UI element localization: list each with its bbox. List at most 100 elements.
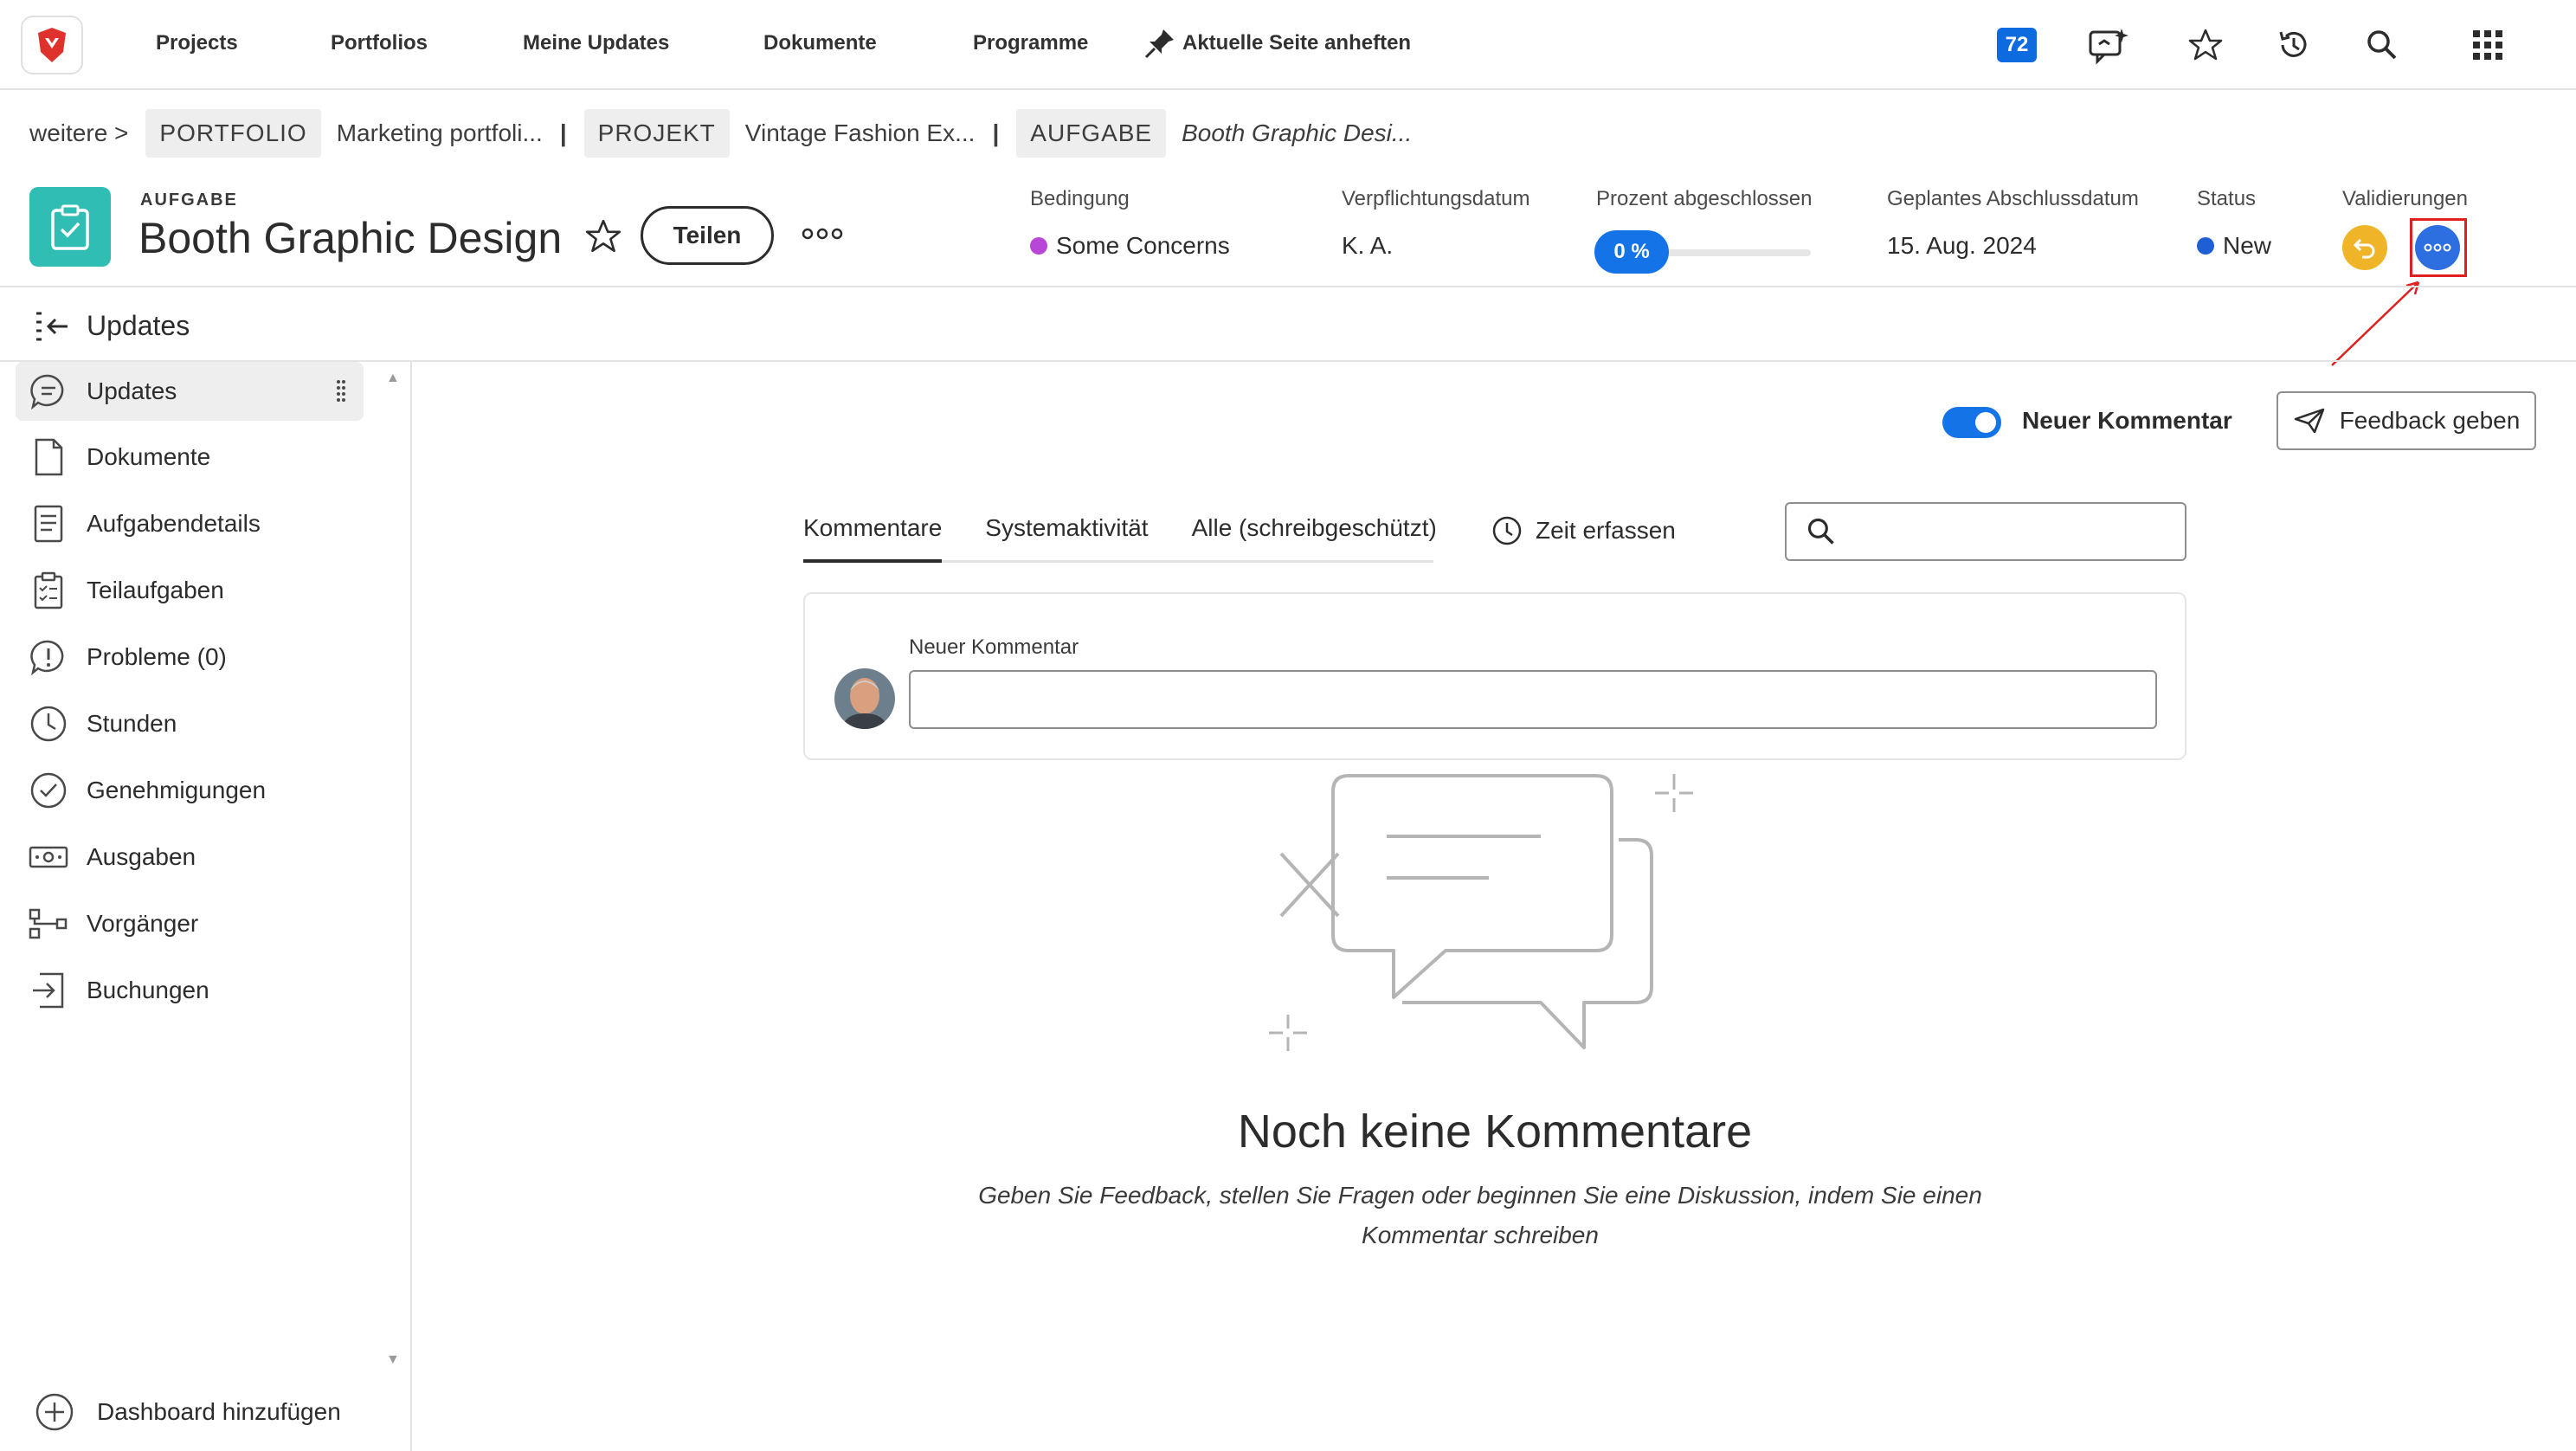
sidebar-item-label: Buchungen	[87, 977, 209, 1003]
share-button[interactable]: Teilen	[641, 206, 774, 265]
add-dashboard-button[interactable]: Dashboard hinzufügen	[35, 1392, 341, 1432]
page-title: Booth Graphic Design	[138, 214, 563, 262]
breadcrumb-project-link[interactable]: Vintage Fashion Ex...	[745, 119, 976, 147]
nav-programs[interactable]: Programme	[973, 31, 1088, 55]
sidebar-item-task-details[interactable]: Aufgabendetails	[16, 494, 364, 553]
object-type-label: AUFGABE	[140, 190, 238, 210]
tab-comments[interactable]: Kommentare	[803, 514, 943, 563]
top-navigation: Projects Portfolios Meine Updates Dokume…	[0, 0, 2576, 90]
status-dot	[2197, 237, 2214, 255]
sidebar-item-label: Vorgänger	[87, 910, 199, 937]
issue-icon	[21, 638, 76, 676]
drag-handle-icon[interactable]	[336, 379, 346, 406]
whats-new-button[interactable]	[2084, 21, 2133, 69]
log-time-label: Zeit erfassen	[1536, 517, 1676, 544]
pin-page-label: Aktuelle Seite anheften	[1182, 31, 1412, 55]
favorite-star-button[interactable]	[582, 215, 625, 258]
notifications-button[interactable]: 72	[1993, 21, 2041, 69]
pin-page-button[interactable]: Aktuelle Seite anheften	[1143, 26, 1411, 61]
condition-text: Some Concerns	[1056, 232, 1230, 259]
planned-completion-value[interactable]: 15. Aug. 2024	[1887, 232, 2037, 260]
percent-complete-progress[interactable]: 0 %	[1594, 230, 1811, 274]
breadcrumb-separator: |	[992, 119, 1000, 146]
sidebar-item-label: Genehmigungen	[87, 777, 267, 803]
predecessor-icon	[21, 906, 76, 941]
tab-system-activity[interactable]: Systemaktivität	[985, 514, 1148, 560]
progress-value-pill: 0 %	[1594, 230, 1669, 274]
task-type-icon	[29, 187, 111, 267]
sidebar-item-hours[interactable]: Stunden	[16, 694, 364, 753]
nav-my-updates[interactable]: Meine Updates	[523, 31, 669, 55]
nav-documents[interactable]: Dokumente	[763, 31, 877, 55]
status-text: New	[2223, 232, 2272, 259]
search-icon	[2367, 30, 2397, 60]
sidebar-item-bookings[interactable]: Buchungen	[16, 961, 364, 1020]
approval-icon	[21, 771, 76, 810]
sidebar-item-label: Stunden	[87, 710, 177, 737]
scroll-down-arrow[interactable]: ▼	[386, 1352, 400, 1368]
nav-projects[interactable]: Projects	[156, 31, 238, 55]
sidebar-item-label: Dokumente	[87, 443, 211, 470]
subtasks-icon	[21, 571, 76, 610]
add-dashboard-label: Dashboard hinzufügen	[97, 1398, 341, 1425]
booking-icon	[21, 971, 76, 1010]
sidebar-item-label: Ausgaben	[87, 843, 196, 870]
breadcrumb-portfolio-chip: PORTFOLIO	[145, 109, 321, 158]
sidebar-item-label: Updates	[87, 377, 177, 404]
more-actions-button[interactable]	[796, 216, 848, 251]
new-comment-toggle[interactable]	[1942, 407, 2001, 438]
search-button[interactable]	[2358, 21, 2406, 69]
workfront-logo[interactable]	[21, 16, 83, 74]
planned-completion-label: Geplantes Abschlussdatum	[1887, 187, 2139, 210]
new-comment-card: Neuer Kommentar	[803, 592, 2186, 760]
history-icon	[2279, 31, 2307, 57]
expense-icon	[21, 844, 76, 870]
give-feedback-label: Feedback geben	[2339, 407, 2521, 434]
left-sidebar: ▲ ▼ Updates Dokumente Aufgabendetails Te…	[0, 362, 412, 1451]
breadcrumb-task-chip: AUFGABE	[1016, 109, 1167, 158]
add-circle-icon	[35, 1393, 74, 1431]
tab-all-readonly[interactable]: Alle (schreibgeschützt)	[1192, 514, 1437, 560]
new-comment-label: Neuer Kommentar	[909, 635, 1079, 659]
sidebar-item-subtasks[interactable]: Teilaufgaben	[16, 561, 364, 620]
give-feedback-button[interactable]: Feedback geben	[2277, 391, 2536, 450]
status-value[interactable]: New	[2197, 232, 2271, 260]
sidebar-item-documents[interactable]: Dokumente	[16, 428, 364, 487]
sidebar-item-issues[interactable]: Probleme (0)	[16, 628, 364, 687]
condition-label: Bedingung	[1030, 187, 1130, 210]
comment-search-input[interactable]	[1785, 502, 2186, 561]
sidebar-item-updates[interactable]: Updates	[16, 362, 364, 421]
new-comment-input[interactable]	[909, 670, 2157, 729]
nav-portfolios[interactable]: Portfolios	[331, 31, 428, 55]
percent-complete-label: Prozent abgeschlossen	[1596, 187, 1813, 210]
sidebar-item-predecessors[interactable]: Vorgänger	[16, 894, 364, 953]
breadcrumb-portfolio-link[interactable]: Marketing portfoli...	[337, 119, 543, 147]
avatar	[834, 668, 895, 729]
new-comment-toggle-label: Neuer Kommentar	[2022, 407, 2232, 434]
panel-title: Updates	[87, 310, 190, 341]
send-icon	[2294, 408, 2324, 434]
validation-undo-button[interactable]	[2342, 225, 2387, 270]
scroll-up-arrow[interactable]: ▲	[386, 371, 400, 386]
commit-date-label: Verpflichtungsdatum	[1342, 187, 1530, 210]
validations-label: Validierungen	[2342, 187, 2468, 210]
condition-dot	[1030, 237, 1047, 255]
sidebar-item-expenses[interactable]: Ausgaben	[16, 828, 364, 887]
empty-comments-illustration-icon	[1269, 774, 1693, 1051]
collapse-panel-button[interactable]	[33, 310, 71, 349]
breadcrumb: weitere > PORTFOLIO Marketing portfoli..…	[29, 107, 1429, 159]
recent-button[interactable]	[2270, 21, 2318, 69]
document-icon	[21, 437, 76, 477]
sidebar-item-approvals[interactable]: Genehmigungen	[16, 761, 364, 820]
condition-value[interactable]: Some Concerns	[1030, 232, 1230, 260]
status-label: Status	[2197, 187, 2257, 210]
sidebar-item-label: Aufgabendetails	[87, 510, 261, 537]
breadcrumb-project-chip: PROJEKT	[583, 109, 730, 158]
shield-logo-icon	[38, 28, 66, 62]
more-horizontal-icon	[802, 228, 843, 240]
breadcrumb-more[interactable]: weitere >	[29, 119, 128, 147]
favorites-button[interactable]	[2181, 21, 2230, 69]
log-time-button[interactable]: Zeit erfassen	[1491, 514, 1676, 547]
clock-icon	[1492, 516, 1522, 545]
app-launcher-button[interactable]	[2463, 21, 2512, 69]
